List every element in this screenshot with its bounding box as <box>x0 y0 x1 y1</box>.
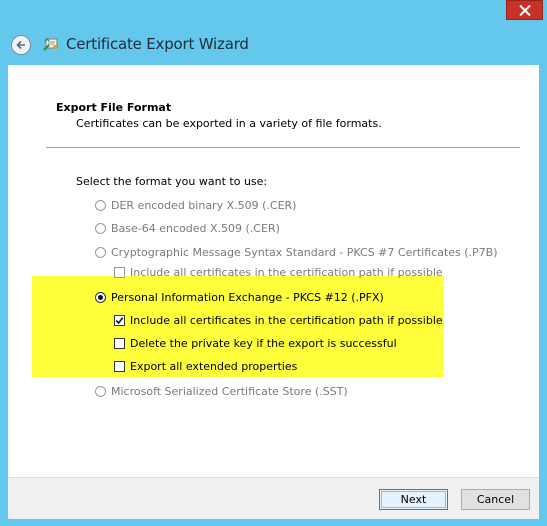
option-pfx-include[interactable]: Include all certificates in the certific… <box>114 314 443 327</box>
checkbox-pfx-delete-key[interactable] <box>114 338 125 349</box>
radio-pfx[interactable] <box>95 292 106 303</box>
option-der-label: DER encoded binary X.509 (.CER) <box>111 199 297 212</box>
option-base64-label: Base-64 encoded X.509 (.CER) <box>111 222 280 235</box>
option-pkcs7-include[interactable]: Include all certificates in the certific… <box>114 266 443 279</box>
radio-der[interactable] <box>95 200 106 211</box>
option-sst-label: Microsoft Serialized Certificate Store (… <box>111 385 348 398</box>
back-arrow-icon <box>16 40 25 50</box>
close-button[interactable] <box>506 0 543 20</box>
option-pfx-export-ext[interactable]: Export all extended properties <box>114 360 297 373</box>
page-description: Certificates can be exported in a variet… <box>76 117 382 130</box>
option-der[interactable]: DER encoded binary X.509 (.CER) <box>95 199 296 212</box>
format-prompt: Select the format you want to use: <box>76 175 268 188</box>
radio-base64[interactable] <box>95 223 106 234</box>
next-button[interactable]: Next <box>379 489 448 510</box>
checkbox-pkcs7-include[interactable] <box>114 267 125 278</box>
certificate-icon <box>43 36 59 52</box>
option-sst[interactable]: Microsoft Serialized Certificate Store (… <box>95 385 348 398</box>
option-pfx-label: Personal Information Exchange - PKCS #12… <box>111 291 384 304</box>
checkbox-pfx-export-ext[interactable] <box>114 361 125 372</box>
option-pfx[interactable]: Personal Information Exchange - PKCS #12… <box>95 291 384 304</box>
option-pkcs7[interactable]: Cryptographic Message Syntax Standard - … <box>95 246 498 259</box>
header-divider <box>46 147 520 148</box>
option-base64[interactable]: Base-64 encoded X.509 (.CER) <box>95 222 280 235</box>
window-title: Certificate Export Wizard <box>66 35 249 53</box>
back-button[interactable] <box>11 35 31 55</box>
option-pfx-delete-key-label: Delete the private key if the export is … <box>130 337 397 350</box>
close-icon <box>518 4 531 16</box>
cancel-button[interactable]: Cancel <box>461 489 530 510</box>
wizard-page: Export File Format Certificates can be e… <box>8 65 539 477</box>
radio-pkcs7[interactable] <box>95 247 106 258</box>
option-pfx-include-label: Include all certificates in the certific… <box>130 314 443 327</box>
wizard-window: Certificate Export Wizard Export File Fo… <box>0 0 547 526</box>
checkmark-icon <box>115 317 124 325</box>
option-pfx-export-ext-label: Export all extended properties <box>130 360 298 373</box>
page-heading: Export File Format <box>56 101 172 114</box>
option-pkcs7-label: Cryptographic Message Syntax Standard - … <box>111 246 498 259</box>
title-bar: Certificate Export Wizard <box>8 30 539 60</box>
option-pkcs7-include-label: Include all certificates in the certific… <box>130 266 443 279</box>
radio-sst[interactable] <box>95 386 106 397</box>
checkbox-pfx-include[interactable] <box>114 315 125 326</box>
button-bar: Next Cancel <box>8 477 539 519</box>
option-pfx-delete-key[interactable]: Delete the private key if the export is … <box>114 337 397 350</box>
